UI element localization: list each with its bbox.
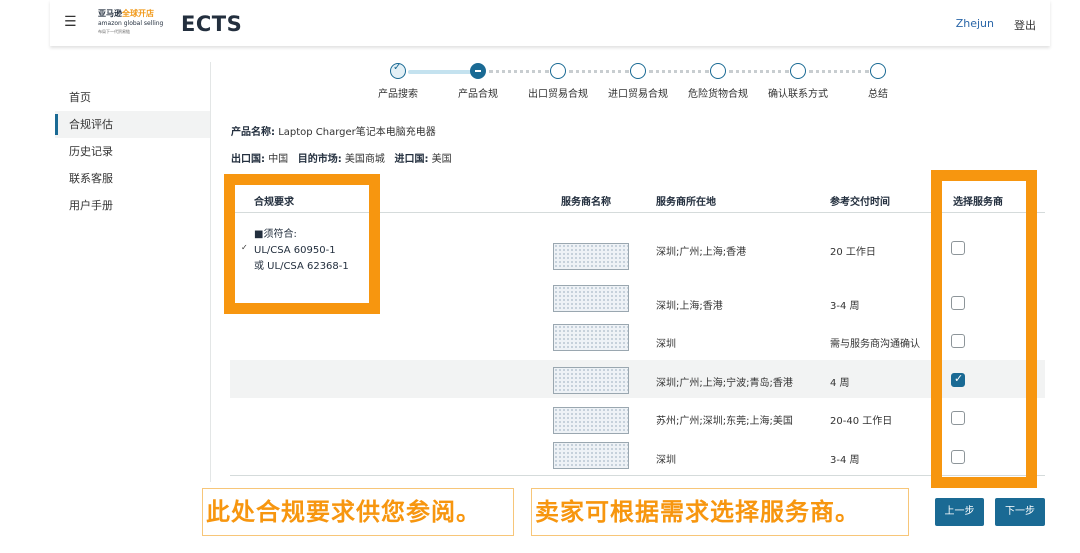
step-export-trade-compliance[interactable]: 出口贸易合规: [518, 60, 598, 100]
import-country-label: 进口国:: [394, 154, 429, 165]
previous-step-button[interactable]: 上一步: [935, 498, 984, 526]
provider-name-masked[interactable]: [553, 324, 629, 351]
step-pending-icon: [870, 63, 886, 79]
step-label: 总结: [868, 89, 888, 100]
logo-tagline: 布局下一代贸易链: [98, 29, 130, 34]
table-bottom-divider: [230, 475, 1045, 476]
provider-location: 深圳: [656, 339, 676, 350]
hamburger-menu-icon[interactable]: ☰: [64, 14, 77, 30]
target-market-label: 目的市场:: [297, 154, 342, 165]
step-pending-icon: [630, 63, 646, 79]
header-provider-name: 服务商名称: [561, 197, 611, 208]
import-country-value: 美国: [431, 154, 452, 165]
requirement-highlight-frame: [224, 174, 380, 314]
provider-name-masked[interactable]: [553, 367, 629, 394]
step-label: 确认联系方式: [768, 89, 828, 100]
step-product-search[interactable]: 产品搜索: [358, 60, 438, 100]
logout-link[interactable]: 登出: [1014, 17, 1036, 33]
user-name-link[interactable]: Zhejun: [956, 17, 994, 30]
header-delivery-time: 参考交付时间: [830, 197, 890, 208]
delivery-time: 3-4 周: [830, 455, 860, 466]
delivery-time: 20 工作日: [830, 247, 876, 258]
provider-name-masked[interactable]: [553, 243, 629, 270]
step-pending-icon: [790, 63, 806, 79]
delivery-time: 4 周: [830, 378, 850, 389]
select-column-highlight-frame: [931, 170, 1037, 488]
delivery-time: 需与服务商沟通确认: [830, 339, 920, 350]
logo-subtitle: amazon global selling: [98, 20, 164, 27]
step-done-check-icon: [390, 62, 406, 79]
trade-route-line: 出口国: 中国 目的市场: 美国商城 进口国: 美国: [231, 150, 452, 165]
sidebar-item-home[interactable]: 首页: [55, 84, 210, 111]
provider-location: 深圳;广州;上海;宁波;青岛;香港: [656, 378, 793, 389]
app-title: ECTS: [181, 12, 243, 36]
provider-location: 深圳;广州;上海;香港: [656, 247, 747, 258]
header-provider-location: 服务商所在地: [656, 197, 716, 208]
sidebar-item-contact-support[interactable]: 联系客服: [55, 165, 210, 192]
sidebar-nav: 首页 合规评估 历史记录 联系客服 用户手册: [55, 84, 210, 219]
logo-text-a: 亚马逊: [98, 9, 122, 18]
delivery-time: 3-4 周: [830, 301, 860, 312]
amazon-global-selling-logo[interactable]: 亚马逊全球开店 amazon global selling 布局下一代贸易链: [98, 8, 164, 38]
product-name-label: 产品名称:: [231, 127, 275, 138]
step-summary[interactable]: 总结: [838, 60, 918, 100]
provider-name-masked[interactable]: [553, 442, 629, 469]
step-label: 出口贸易合规: [528, 89, 588, 100]
step-dangerous-goods-compliance[interactable]: 危险货物合规: [678, 60, 758, 100]
export-country-value: 中国: [268, 154, 289, 165]
step-label: 进口贸易合规: [608, 89, 668, 100]
annotation-note-select-provider: 卖家可根据需求选择服务商。: [531, 488, 909, 536]
step-label: 产品合规: [458, 89, 498, 100]
product-name-value: Laptop Charger笔记本电脑充电器: [278, 127, 436, 138]
next-step-button[interactable]: 下一步: [995, 498, 1045, 526]
export-country-label: 出口国:: [231, 154, 265, 165]
step-label: 危险货物合规: [688, 89, 748, 100]
sidebar-item-user-manual[interactable]: 用户手册: [55, 192, 210, 219]
sidebar-divider: [210, 62, 211, 482]
step-current-icon: [470, 63, 486, 79]
provider-location: 深圳;上海;香港: [656, 301, 723, 312]
step-pending-icon: [550, 63, 566, 79]
delivery-time: 20-40 工作日: [830, 416, 893, 427]
logo-text-b: 全球开店: [122, 9, 154, 18]
step-label: 产品搜索: [378, 89, 418, 100]
step-product-compliance[interactable]: 产品合规: [438, 60, 518, 100]
step-confirm-contact[interactable]: 确认联系方式: [758, 60, 838, 100]
sidebar-item-compliance-assessment[interactable]: 合规评估: [55, 111, 210, 138]
provider-location: 苏州;广州;深圳;东莞;上海;美国: [656, 416, 793, 427]
annotation-note-requirement: 此处合规要求供您参阅。: [202, 488, 514, 536]
provider-location: 深圳: [656, 455, 676, 466]
sidebar-item-history[interactable]: 历史记录: [55, 138, 210, 165]
target-market-value: 美国商城: [344, 154, 385, 165]
top-header: ☰ 亚马逊全球开店 amazon global selling 布局下一代贸易链…: [50, 0, 1050, 46]
selected-row-highlight: [230, 360, 1045, 398]
product-name-line: 产品名称: Laptop Charger笔记本电脑充电器: [231, 123, 436, 138]
provider-name-masked[interactable]: [553, 407, 629, 434]
progress-stepper: 产品搜索 产品合规 出口贸易合规 进口贸易合规 危险货物合规 确认联系方式 总结: [360, 60, 920, 110]
step-import-trade-compliance[interactable]: 进口贸易合规: [598, 60, 678, 100]
step-pending-icon: [710, 63, 726, 79]
provider-name-masked[interactable]: [553, 285, 629, 312]
